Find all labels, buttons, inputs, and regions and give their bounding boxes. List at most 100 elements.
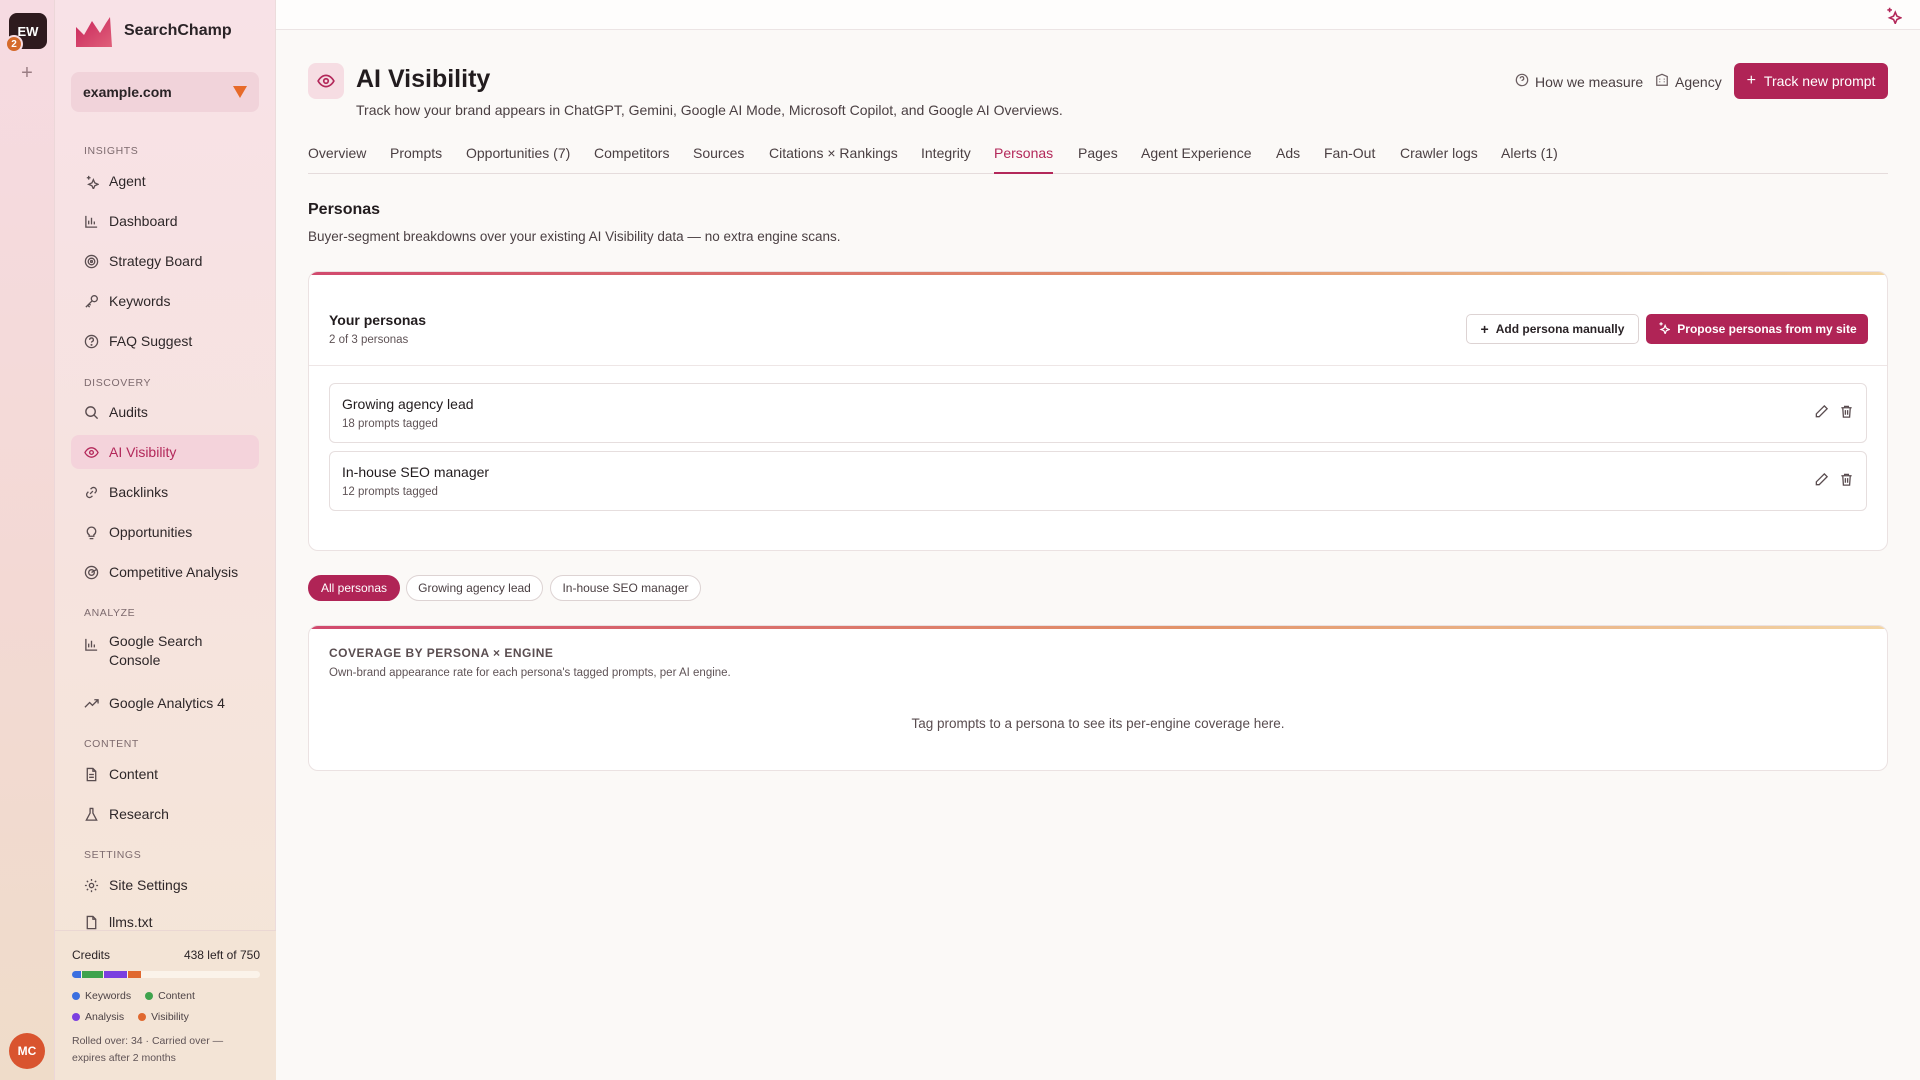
tab-sources[interactable]: Sources <box>693 145 744 174</box>
add-persona-button[interactable]: + Add persona manually <box>1466 314 1639 344</box>
divider <box>309 365 1887 366</box>
personas-card-title: Your personas <box>329 312 426 328</box>
trash-icon[interactable] <box>1839 404 1854 424</box>
sidebar-item-google-analytics-4[interactable]: Google Analytics 4 <box>71 686 259 720</box>
sidebar-item-ai-visibility[interactable]: AI Visibility <box>71 435 259 469</box>
coverage-card: COVERAGE BY PERSONA × ENGINE Own-brand a… <box>308 625 1888 771</box>
flask-icon <box>83 806 99 822</box>
credits-label: Credits <box>72 948 111 962</box>
add-workspace-button[interactable]: + <box>16 62 38 84</box>
sidebar-item-site-settings[interactable]: Site Settings <box>71 868 259 902</box>
target-icon <box>83 253 99 269</box>
track-new-prompt-button[interactable]: + Track new prompt <box>1734 63 1888 99</box>
sidebar-item-keywords[interactable]: Keywords <box>71 284 259 318</box>
sidebar-item-label: Agent <box>109 173 146 189</box>
nav-section-content: CONTENT <box>84 738 139 750</box>
tab-agent-experience[interactable]: Agent Experience <box>1141 145 1252 174</box>
sidebar: SearchChamp example.com INSIGHTS Agent D… <box>55 0 276 1080</box>
persona-row[interactable]: Growing agency lead 18 prompts tagged <box>329 383 1867 443</box>
personas-card: Your personas 2 of 3 personas + Add pers… <box>308 271 1888 551</box>
tab-integrity[interactable]: Integrity <box>921 145 971 174</box>
agency-label: Agency <box>1675 73 1722 90</box>
key-icon <box>83 293 99 309</box>
brand[interactable]: SearchChamp <box>76 15 232 47</box>
document-icon <box>83 914 99 930</box>
credits-segment-content <box>82 971 104 978</box>
legend-keywords: Keywords <box>72 990 131 1002</box>
tab-alerts[interactable]: Alerts (1) <box>1501 145 1558 174</box>
sidebar-item-strategy-board[interactable]: Strategy Board <box>71 244 259 278</box>
tab-pages[interactable]: Pages <box>1078 145 1118 174</box>
legend-content: Content <box>145 990 195 1002</box>
page-title: AI Visibility <box>356 65 491 93</box>
sidebar-item-label: Audits <box>109 404 148 420</box>
tab-overview[interactable]: Overview <box>308 145 366 174</box>
sidebar-item-llms-txt[interactable]: llms.txt <box>71 908 259 930</box>
bar-chart-icon <box>83 213 99 229</box>
propose-personas-label: Propose personas from my site <box>1677 322 1857 336</box>
sidebar-item-content[interactable]: Content <box>71 757 259 791</box>
sidebar-item-agent[interactable]: Agent <box>71 164 259 198</box>
sidebar-item-dashboard[interactable]: Dashboard <box>71 204 259 238</box>
sidebar-item-label: AI Visibility <box>109 444 177 460</box>
eye-icon <box>308 63 344 99</box>
card-accent <box>309 272 1887 275</box>
sidebar-item-research[interactable]: Research <box>71 797 259 831</box>
persona-tagged-count: 12 prompts tagged <box>342 486 438 498</box>
propose-personas-button[interactable]: Propose personas from my site <box>1646 314 1868 344</box>
sidebar-item-google-search-console[interactable]: Google Search Console <box>71 626 259 670</box>
tab-citations-rankings[interactable]: Citations × Rankings <box>769 145 898 174</box>
link-icon <box>83 484 99 500</box>
sparkles-icon[interactable] <box>1884 6 1903 29</box>
filter-chip-all[interactable]: All personas <box>308 575 400 601</box>
trending-up-icon <box>83 695 99 711</box>
radar-icon <box>83 564 99 580</box>
logo-icon <box>76 17 112 47</box>
tab-opportunities[interactable]: Opportunities (7) <box>466 145 570 174</box>
credits-progress-bar <box>72 971 260 978</box>
edit-icon[interactable] <box>1814 404 1829 424</box>
sidebar-item-competitive-analysis[interactable]: Competitive Analysis <box>71 555 259 589</box>
building-icon <box>1655 73 1669 90</box>
agency-link[interactable]: Agency <box>1655 73 1722 90</box>
bar-chart-icon <box>83 636 99 652</box>
filter-chip-growing-agency-lead[interactable]: Growing agency lead <box>406 575 543 601</box>
tab-crawler-logs[interactable]: Crawler logs <box>1400 145 1478 174</box>
persona-name: Growing agency lead <box>342 396 474 412</box>
tab-competitors[interactable]: Competitors <box>594 145 669 174</box>
gear-icon <box>83 877 99 893</box>
tab-prompts[interactable]: Prompts <box>390 145 442 174</box>
trash-icon[interactable] <box>1839 472 1854 492</box>
workspace-rail: EW 2 + MC <box>0 0 55 1080</box>
coverage-subtitle: Own-brand appearance rate for each perso… <box>329 667 731 679</box>
coverage-empty-state: Tag prompts to a persona to see its per-… <box>911 716 1285 731</box>
edit-icon[interactable] <box>1814 472 1829 492</box>
legend-visibility: Visibility <box>138 1011 189 1023</box>
sparkles-icon <box>1657 321 1672 337</box>
sparkles-icon <box>83 173 99 189</box>
how-we-measure-label: How we measure <box>1535 73 1644 90</box>
how-we-measure-link[interactable]: How we measure <box>1515 73 1643 90</box>
user-avatar[interactable]: MC <box>9 1033 45 1069</box>
tab-ads[interactable]: Ads <box>1276 145 1300 174</box>
sidebar-item-label: Opportunities <box>109 524 193 540</box>
persona-row[interactable]: In-house SEO manager 12 prompts tagged <box>329 451 1867 511</box>
site-selector[interactable]: example.com <box>71 72 259 112</box>
nav-section-settings: SETTINGS <box>84 849 142 861</box>
plus-icon: + <box>1746 72 1756 89</box>
sidebar-item-label: llms.txt <box>109 914 153 930</box>
tab-personas[interactable]: Personas <box>994 145 1054 174</box>
track-new-prompt-label: Track new prompt <box>1763 73 1876 89</box>
sidebar-item-faq-suggest[interactable]: FAQ Suggest <box>71 324 259 358</box>
help-circle-icon <box>83 333 99 349</box>
sidebar-item-label: Strategy Board <box>109 253 203 269</box>
sidebar-item-audits[interactable]: Audits <box>71 395 259 429</box>
tab-fan-out[interactable]: Fan-Out <box>1324 145 1375 174</box>
site-domain: example.com <box>83 84 172 100</box>
sidebar-item-opportunities[interactable]: Opportunities <box>71 515 259 549</box>
sidebar-item-backlinks[interactable]: Backlinks <box>71 475 259 509</box>
section-subtitle: Buyer-segment breakdowns over your exist… <box>308 229 841 244</box>
nav-section-analyze: ANALYZE <box>84 607 136 619</box>
credits-legend-row: Keywords Content <box>72 990 195 1002</box>
filter-chip-in-house-seo-manager[interactable]: In-house SEO manager <box>550 575 701 601</box>
